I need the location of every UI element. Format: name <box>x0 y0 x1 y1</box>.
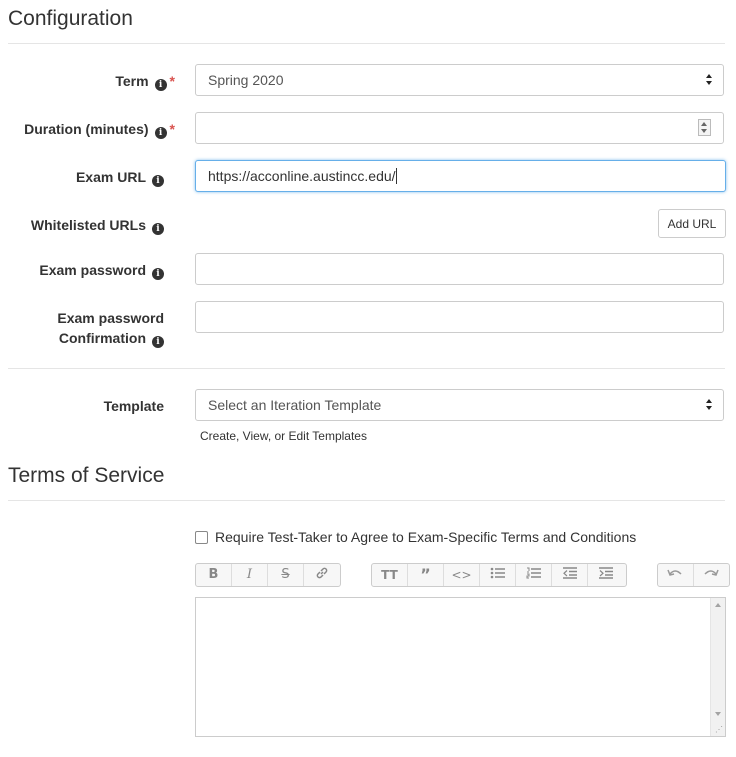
quote-icon[interactable]: ” <box>408 564 444 586</box>
template-select-value: Select an Iteration Template <box>208 397 382 413</box>
required-asterisk: * <box>169 121 175 137</box>
text-cursor <box>395 168 397 184</box>
strikethrough-icon[interactable]: S <box>268 564 304 586</box>
toolbar-format-group: B I S <box>195 563 341 587</box>
divider <box>8 500 725 501</box>
numbered-list-icon[interactable] <box>516 564 552 586</box>
divider <box>8 368 725 369</box>
exam-url-value: https://acconline.austincc.edu/ <box>208 168 396 184</box>
link-icon[interactable] <box>304 564 340 586</box>
exam-url-input[interactable]: https://acconline.austincc.edu/ <box>195 160 726 192</box>
scroll-down-icon[interactable] <box>715 712 721 716</box>
exam-password-confirmation-label: Exam password Confirmation i <box>57 310 164 348</box>
scroll-up-icon[interactable] <box>715 603 721 607</box>
add-url-button[interactable]: Add URL <box>658 209 726 238</box>
indent-icon[interactable] <box>588 564 624 586</box>
term-select-value: Spring 2020 <box>208 72 284 88</box>
resize-handle-icon[interactable]: ⋰ <box>715 726 723 734</box>
require-agreement-label[interactable]: Require Test-Taker to Agree to Exam-Spec… <box>215 529 636 545</box>
bold-icon[interactable]: B <box>196 564 232 586</box>
code-icon[interactable]: <> <box>444 564 480 586</box>
divider <box>8 43 725 44</box>
info-icon[interactable]: i <box>152 336 164 348</box>
template-select[interactable]: Select an Iteration Template <box>195 389 724 421</box>
outdent-icon[interactable] <box>552 564 588 586</box>
info-icon[interactable]: i <box>152 175 164 187</box>
info-icon[interactable]: i <box>154 127 167 139</box>
require-agreement-checkbox[interactable] <box>195 531 208 544</box>
required-asterisk: * <box>169 73 175 89</box>
exam-password-confirmation-input[interactable] <box>195 301 724 333</box>
heading-icon[interactable]: TT <box>372 564 408 586</box>
select-caret-icon <box>706 399 713 411</box>
exam-password-label: Exam password i <box>10 260 164 280</box>
exam-url-label: Exam URL i <box>20 167 164 187</box>
exam-password-input[interactable] <box>195 253 724 285</box>
term-label: Term i * <box>115 73 175 91</box>
info-icon[interactable]: i <box>152 268 164 280</box>
italic-icon[interactable]: I <box>232 564 268 586</box>
terms-editor[interactable]: ⋰ <box>195 597 726 737</box>
number-stepper-icon[interactable] <box>698 119 711 136</box>
configuration-heading: Configuration <box>8 7 133 30</box>
bulleted-list-icon[interactable] <box>480 564 516 586</box>
toolbar-block-group: TT ” <> <box>371 563 627 587</box>
templates-link[interactable]: Create, View, or Edit Templates <box>200 429 367 443</box>
template-label: Template <box>103 398 164 414</box>
terms-of-service-heading: Terms of Service <box>8 464 165 487</box>
info-icon[interactable]: i <box>152 223 164 235</box>
duration-label: Duration (minutes) i * <box>24 121 175 139</box>
undo-icon[interactable] <box>658 564 694 586</box>
whitelisted-urls-label: Whitelisted URLs i <box>10 215 164 235</box>
redo-icon[interactable] <box>694 564 730 586</box>
select-caret-icon <box>706 74 713 86</box>
toolbar-history-group <box>657 563 730 587</box>
info-icon[interactable]: i <box>154 79 167 91</box>
duration-input[interactable] <box>195 112 724 144</box>
editor-scrollbar[interactable] <box>710 598 725 736</box>
term-select[interactable]: Spring 2020 <box>195 64 724 96</box>
